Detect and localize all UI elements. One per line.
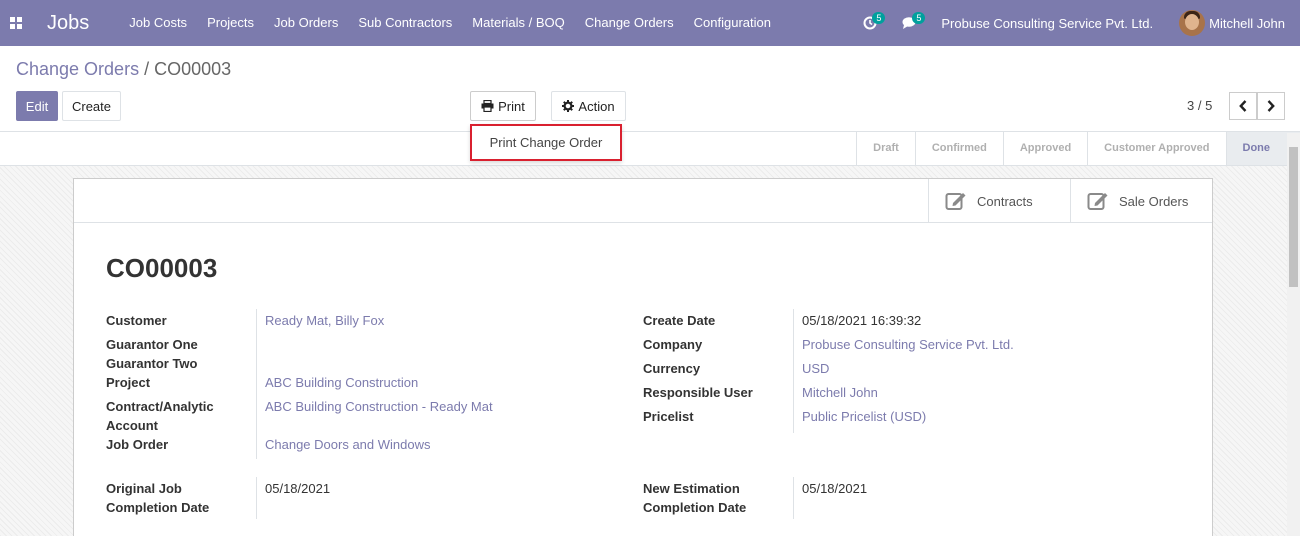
pricelist-label: Pricelist [643, 409, 694, 424]
pager-next-button[interactable] [1257, 92, 1285, 120]
contracts-label: Contracts [977, 193, 1033, 209]
company-field[interactable]: Probuse Consulting Service Pvt. Ltd. [802, 335, 1014, 354]
original-completion-label-line2: Completion Date [106, 500, 210, 515]
stage-customer-approved[interactable]: Customer Approved [1087, 132, 1225, 165]
currency-label: Currency [643, 361, 701, 376]
activity-count-badge: 5 [872, 12, 886, 24]
print-change-order-menu-item[interactable]: Print Change Order [490, 135, 603, 150]
contract-field[interactable]: ABC Building Construction - Ready Mat [265, 397, 493, 416]
project-label: Project [106, 375, 151, 390]
scrollbar-thumb[interactable] [1289, 147, 1298, 287]
job-order-field[interactable]: Change Doors and Windows [265, 435, 430, 454]
print-dropdown-menu: Print Change Order [470, 124, 622, 161]
edit-button[interactable]: Edit [16, 91, 58, 121]
pager-value: 3 / 5 [1187, 98, 1213, 113]
print-button[interactable]: Print [470, 91, 536, 121]
breadcrumb-current: CO00003 [154, 59, 232, 79]
gear-icon [562, 100, 575, 112]
stage-confirmed[interactable]: Confirmed [914, 132, 1003, 165]
customer-label: Customer [106, 313, 167, 328]
responsible-user-label: Responsible User [643, 385, 753, 400]
form-sheet: Contracts Sale Orders CO00003 Customer R… [73, 178, 1213, 536]
edit-icon [1087, 193, 1108, 210]
guarantor-one-label: Guarantor One [106, 337, 198, 352]
menu-configuration[interactable]: Configuration [684, 0, 781, 46]
pager-previous-button[interactable] [1229, 92, 1257, 120]
stage-draft[interactable]: Draft [856, 132, 915, 165]
create-date-field: 05/18/2021 16:39:32 [802, 313, 922, 328]
new-estimation-date-field[interactable]: 05/18/2021 [802, 479, 867, 498]
sale-orders-smart-button[interactable]: Sale Orders [1070, 179, 1212, 223]
contracts-smart-button[interactable]: Contracts [928, 179, 1070, 223]
breadcrumb-change-orders-link[interactable]: Change Orders [16, 59, 139, 79]
new-estimation-label-line2: Completion Date [643, 500, 747, 515]
field-separator [256, 309, 257, 459]
company-label: Company [643, 337, 703, 352]
top-navbar: Jobs Job Costs Projects Job Orders Sub C… [0, 0, 1300, 46]
print-button-label: Print [498, 98, 525, 114]
contract-label-line2: Account [106, 418, 158, 433]
app-brand[interactable]: Jobs [47, 12, 89, 35]
stage-pipeline: Draft Confirmed Approved Customer Approv… [856, 132, 1300, 165]
project-field[interactable]: ABC Building Construction [265, 373, 418, 392]
breadcrumb-separator: / [139, 59, 155, 79]
status-bar: Draft Confirmed Approved Customer Approv… [0, 131, 1300, 166]
stage-approved[interactable]: Approved [1002, 132, 1087, 165]
menu-job-orders[interactable]: Job Orders [264, 0, 348, 46]
edit-icon [945, 193, 966, 210]
original-completion-label-line1: Original Job [106, 481, 182, 496]
action-button[interactable]: Action [551, 91, 626, 121]
menu-materials-boq[interactable]: Materials / BOQ [462, 0, 574, 46]
divider [74, 222, 1212, 223]
company-switcher[interactable]: Probuse Consulting Service Pvt. Ltd. [941, 16, 1153, 31]
messages-count-badge: 5 [912, 12, 926, 24]
chevron-left-icon [1239, 100, 1247, 112]
vertical-scrollbar[interactable] [1287, 133, 1300, 536]
sale-orders-label: Sale Orders [1119, 193, 1189, 209]
create-button[interactable]: Create [62, 91, 121, 121]
job-order-label: Job Order [106, 437, 169, 452]
user-avatar[interactable] [1179, 10, 1206, 36]
original-completion-date-field[interactable]: 05/18/2021 [265, 479, 330, 498]
smart-button-box: Contracts Sale Orders [928, 179, 1212, 223]
activity-button[interactable]: 5 [855, 0, 886, 46]
create-date-label: Create Date [643, 313, 716, 328]
record-title: CO00003 [106, 253, 218, 283]
customer-field[interactable]: Ready Mat, Billy Fox [265, 311, 384, 330]
currency-field[interactable]: USD [802, 359, 829, 378]
field-separator [793, 309, 794, 433]
user-menu[interactable]: Mitchell John [1209, 16, 1285, 31]
systray: 5 5 Probuse Consulting Service Pvt. Ltd.… [855, 0, 1300, 46]
menu-change-orders[interactable]: Change Orders [575, 0, 684, 46]
responsible-user-field[interactable]: Mitchell John [802, 383, 878, 402]
field-separator [793, 477, 794, 519]
chevron-right-icon [1267, 100, 1275, 112]
menu-sub-contractors[interactable]: Sub Contractors [348, 0, 462, 46]
main-menu: Job Costs Projects Job Orders Sub Contra… [119, 0, 781, 46]
guarantor-two-label: Guarantor Two [106, 356, 198, 371]
menu-job-costs[interactable]: Job Costs [119, 0, 197, 46]
printer-icon [481, 100, 494, 112]
action-button-label: Action [578, 98, 615, 114]
field-separator [256, 477, 257, 519]
contract-label-line1: Contract/Analytic [106, 399, 214, 414]
breadcrumb: Change Orders / CO00003 [16, 59, 231, 80]
pricelist-field[interactable]: Public Pricelist (USD) [802, 407, 926, 426]
apps-menu-icon[interactable] [0, 0, 32, 46]
messages-button[interactable]: 5 [895, 0, 926, 46]
menu-projects[interactable]: Projects [197, 0, 264, 46]
new-estimation-label-line1: New Estimation [643, 481, 740, 496]
